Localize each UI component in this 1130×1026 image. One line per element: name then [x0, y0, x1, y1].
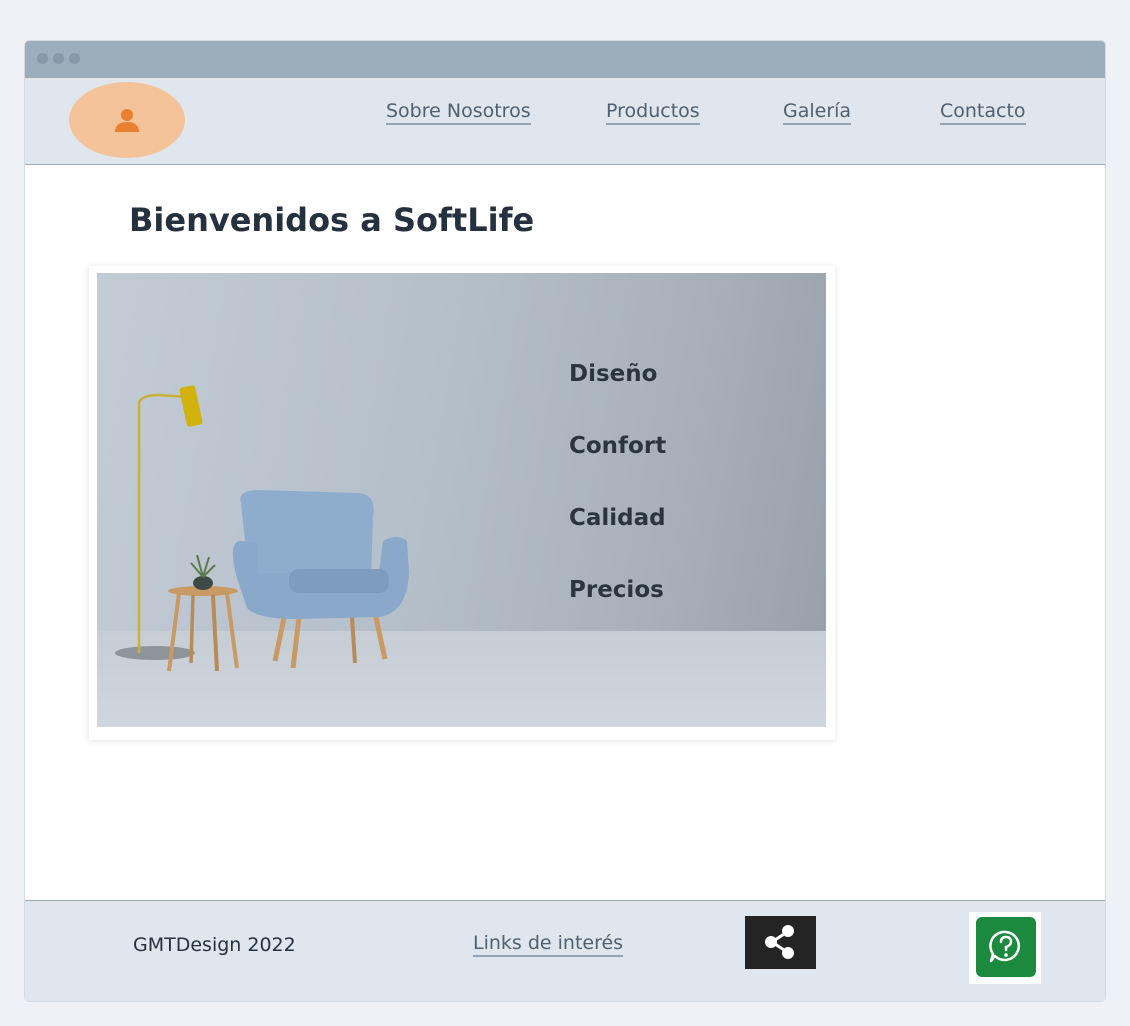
window-dot	[53, 53, 64, 64]
browser-window: Sobre Nosotros Productos Galería Contact…	[25, 41, 1105, 1001]
hero-card: Diseño Confort Calidad Precios	[89, 266, 835, 740]
page-title: Bienvenidos a SoftLife	[129, 201, 535, 239]
nav-link-sobre-nosotros[interactable]: Sobre Nosotros	[386, 100, 531, 125]
nav-link-productos[interactable]: Productos	[606, 100, 700, 125]
share-button[interactable]	[745, 916, 816, 969]
help-chat-button[interactable]	[976, 917, 1036, 977]
share-icon	[765, 925, 794, 959]
feature-calidad: Calidad	[569, 505, 666, 531]
window-dot	[37, 53, 48, 64]
logo[interactable]	[69, 82, 185, 158]
armchair-illustration	[115, 385, 409, 672]
nav-link-galeria[interactable]: Galería	[783, 100, 852, 125]
site-header: Sobre Nosotros Productos Galería Contact…	[25, 78, 1105, 165]
help-chat-icon	[989, 930, 1020, 963]
links-de-interes-link[interactable]: Links de interés	[473, 932, 624, 957]
copyright-text: GMTDesign 2022	[133, 934, 296, 956]
nav-link-contacto[interactable]: Contacto	[940, 100, 1026, 125]
feature-precios: Precios	[569, 577, 664, 603]
help-button-frame	[969, 912, 1041, 984]
site-footer: GMTDesign 2022 Links de interés	[25, 900, 1105, 1001]
feature-confort: Confort	[569, 433, 667, 459]
user-icon	[115, 109, 139, 132]
hero-image: Diseño Confort Calidad Precios	[97, 273, 826, 727]
window-titlebar	[25, 41, 1105, 78]
window-dot	[69, 53, 80, 64]
feature-diseno: Diseño	[569, 361, 658, 387]
